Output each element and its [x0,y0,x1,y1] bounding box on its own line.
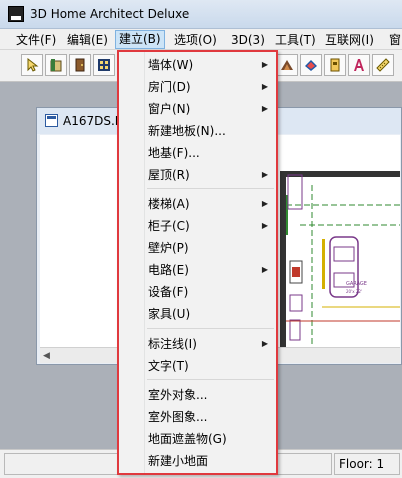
menu-item-foundation[interactable]: 地基(F)... [119,142,276,164]
material-icon[interactable] [300,54,322,76]
menu-item-fireplace[interactable]: 壁炉(P) [119,237,276,259]
menu-item-ground-cover[interactable]: 地面遮盖物(G) [119,428,276,450]
document-icon [45,114,58,127]
menu-item-exterior-images[interactable]: 室外图象... [119,406,276,428]
submenu-arrow-icon: ▶ [261,104,268,113]
submenu-arrow-icon: ▶ [261,199,268,208]
floor-indicator: Floor: 1 [334,453,400,475]
menu-internet[interactable]: 互联网(I) [325,32,374,48]
menu-3d[interactable]: 3D(3) [231,32,265,48]
garage-label: GARAGE [346,281,367,287]
door-icon[interactable] [69,54,91,76]
submenu-arrow-icon: ▶ [261,60,268,69]
title-bar: 3D Home Architect Deluxe [0,0,402,29]
wall-icon[interactable] [45,54,67,76]
garage-size-label: 20'x 22' [346,289,362,294]
submenu-arrow-icon: ▶ [261,265,268,274]
menu-window[interactable]: 窗 [389,32,401,48]
document-title: A167DS.D [63,114,125,128]
ruler-icon[interactable] [372,54,394,76]
camera-icon[interactable] [324,54,346,76]
window-icon[interactable] [93,54,115,76]
submenu-arrow-icon: ▶ [261,339,268,348]
menu-item-stairs[interactable]: 楼梯(A) ▶ [119,193,276,215]
roof-icon[interactable] [276,54,298,76]
build-menu-dropdown: 墙体(W) ▶ 房门(D) ▶ 窗户(N) ▶ 新建地板(N)... 地基(F)...… [117,50,278,475]
menu-item-doors[interactable]: 房门(D) ▶ [119,76,276,98]
menu-tools[interactable]: 工具(T) [275,32,316,48]
menu-item-text[interactable]: 文字(T) [119,355,276,377]
window-title: 3D Home Architect Deluxe [30,7,190,21]
menu-separator [147,188,274,189]
menu-item-roof[interactable]: 屋顶(R) ▶ [119,164,276,186]
menu-item-walls[interactable]: 墙体(W) ▶ [119,54,276,76]
menu-bar: 文件(F) 编辑(E) 建立(B) 选项(O) 3D(3) 工具(T) 互联网(… [0,29,402,50]
menu-item-electrical[interactable]: 电路(E) ▶ [119,259,276,281]
submenu-arrow-icon: ▶ [261,170,268,179]
submenu-arrow-icon: ▶ [261,221,268,230]
text-icon[interactable] [348,54,370,76]
pointer-icon[interactable] [21,54,43,76]
submenu-arrow-icon: ▶ [261,82,268,91]
menu-separator [147,328,274,329]
menu-options[interactable]: 选项(O) [174,32,217,48]
menu-separator [147,379,274,380]
menu-edit[interactable]: 编辑(E) [67,32,108,48]
menu-build[interactable]: 建立(B) [115,30,165,49]
menu-item-dimensions[interactable]: 标注线(I) ▶ [119,333,276,355]
menu-item-new-floor[interactable]: 新建地板(N)... [119,120,276,142]
menu-item-cabinets[interactable]: 柜子(C) ▶ [119,215,276,237]
menu-file[interactable]: 文件(F) [16,32,56,48]
menu-item-fixtures[interactable]: 设备(F) [119,281,276,303]
menu-item-new-small-terrain[interactable]: 新建小地面 [119,450,276,472]
menu-item-windows[interactable]: 窗户(N) ▶ [119,98,276,120]
app-icon [8,6,24,22]
scroll-left-icon[interactable]: ◀ [43,351,53,361]
menu-item-furniture[interactable]: 家具(U) [119,303,276,325]
menu-item-exterior-objects[interactable]: 室外对象... [119,384,276,406]
